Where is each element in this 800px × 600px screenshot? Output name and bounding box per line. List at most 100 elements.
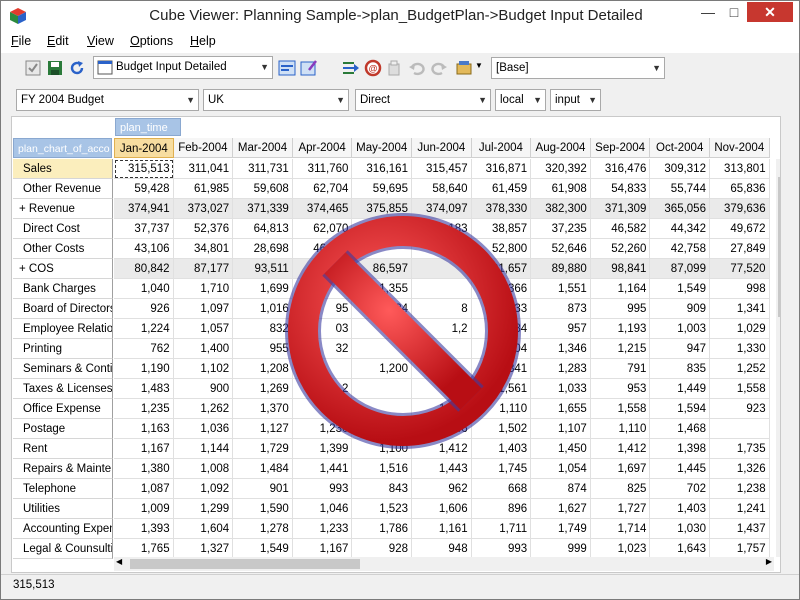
row-header[interactable]: Utilities: [13, 499, 113, 519]
grid-cell[interactable]: 1,399: [292, 439, 353, 459]
grid-cell[interactable]: [710, 419, 770, 439]
grid-cell[interactable]: 843: [352, 479, 412, 499]
row-header[interactable]: Sales: [13, 159, 113, 179]
grid-cell[interactable]: 1,278: [233, 519, 293, 539]
grid-cell[interactable]: 1,163: [114, 419, 174, 439]
grid-cell[interactable]: 1,355: [352, 279, 412, 299]
grid-cell[interactable]: 1,398: [650, 439, 710, 459]
grid-cell[interactable]: 1,745: [471, 459, 532, 479]
grid-cell[interactable]: 1,262: [173, 399, 234, 419]
grid-cell[interactable]: 1,643: [650, 539, 710, 559]
row-header[interactable]: Board of Directors: [13, 299, 113, 319]
grid-cell[interactable]: 1,241: [710, 499, 770, 519]
grid-cell[interactable]: 382,300: [531, 199, 591, 219]
grid-cell[interactable]: 1,092: [173, 479, 234, 499]
grid-cell[interactable]: 80,842: [114, 259, 174, 279]
grid-cell[interactable]: 89,880: [531, 259, 591, 279]
grid-cell[interactable]: 1,412: [412, 439, 472, 459]
grid-cell[interactable]: 1,594: [650, 399, 710, 419]
grid-cell[interactable]: 1,400: [173, 339, 234, 359]
grid-cell[interactable]: 1,558: [590, 399, 651, 419]
horizontal-scrollbar[interactable]: ◀ ▶: [114, 557, 774, 571]
view-select[interactable]: Budget Input Detailed ▼: [93, 56, 273, 79]
grid-cell[interactable]: 901: [233, 479, 293, 499]
column-header[interactable]: Jan-2004: [114, 138, 174, 158]
grid-cell[interactable]: 1,193: [590, 319, 651, 339]
grid-cell[interactable]: 1,327: [173, 539, 234, 559]
grid-cell[interactable]: [352, 319, 412, 339]
grid-cell[interactable]: 375,855: [352, 199, 412, 219]
grid-cell[interactable]: 1,403: [471, 439, 532, 459]
grid-cell[interactable]: 1,238: [710, 479, 770, 499]
grid-cell[interactable]: 52,800: [471, 239, 532, 259]
grid-cell[interactable]: 43,106: [114, 239, 174, 259]
grid-cell[interactable]: 1,786: [352, 519, 412, 539]
grid-cell[interactable]: 702: [650, 479, 710, 499]
grid-cell[interactable]: 1,2: [412, 319, 472, 339]
grid-cell[interactable]: 953: [590, 379, 651, 399]
grid-cell[interactable]: 1,023: [590, 539, 651, 559]
grid-cell[interactable]: 1,008: [173, 459, 234, 479]
grid-cell[interactable]: 1,765: [114, 539, 174, 559]
grid-cell[interactable]: 374,465: [292, 199, 353, 219]
horizontal-scroll-thumb[interactable]: [130, 559, 360, 569]
grid-cell[interactable]: 1,097: [173, 299, 234, 319]
grid-cell[interactable]: 87,177: [173, 259, 234, 279]
column-dimension-tab[interactable]: plan_time: [115, 118, 181, 136]
grid-cell[interactable]: 1,030: [650, 519, 710, 539]
grid-cell[interactable]: 923: [710, 399, 770, 419]
grid-cell[interactable]: [292, 279, 353, 299]
grid-cell[interactable]: 1,283: [531, 359, 591, 379]
grid-cell[interactable]: 43,724: [412, 239, 472, 259]
grid-cell[interactable]: 1,057: [173, 319, 234, 339]
menu-help[interactable]: Help: [190, 34, 216, 48]
grid-cell[interactable]: 311,731: [233, 159, 293, 179]
grid-cell[interactable]: 1,449: [650, 379, 710, 399]
grid-cell[interactable]: 1,110: [590, 419, 651, 439]
grid-cell[interactable]: 1,107: [531, 419, 591, 439]
grid-cell[interactable]: 1,299: [173, 499, 234, 519]
grid-cell[interactable]: 1,084: [471, 319, 532, 339]
grid-cell[interactable]: 1,443: [412, 459, 472, 479]
grid-cell[interactable]: 1,437: [710, 519, 770, 539]
grid-cell[interactable]: 61,985: [173, 179, 234, 199]
grid-cell[interactable]: 108: [292, 259, 353, 279]
grid-cell[interactable]: 1,468: [650, 419, 710, 439]
column-header[interactable]: Mar-2004: [233, 138, 293, 158]
row-header[interactable]: Rent: [13, 439, 113, 459]
grid-cell[interactable]: 93,511: [233, 259, 293, 279]
edit-view-icon[interactable]: [299, 58, 319, 78]
grid-cell[interactable]: 65,836: [710, 179, 770, 199]
grid-cell[interactable]: 37,235: [531, 219, 591, 239]
grid-cell[interactable]: 1,161: [412, 519, 472, 539]
grid-cell[interactable]: 59,428: [114, 179, 174, 199]
grid-cell[interactable]: 316,161: [352, 159, 412, 179]
column-header[interactable]: Jun-2004: [412, 138, 472, 158]
row-header[interactable]: Other Revenue: [13, 179, 113, 199]
row-dimension-tab[interactable]: plan_chart_of_acco: [13, 138, 112, 158]
grid-cell[interactable]: 1,087: [114, 479, 174, 499]
grid-cell[interactable]: 1,330: [710, 339, 770, 359]
grid-cell[interactable]: 28,698: [233, 239, 293, 259]
grid-cell[interactable]: 316,871: [471, 159, 532, 179]
grid-cell[interactable]: 311,041: [173, 159, 234, 179]
grid-cell[interactable]: 1,590: [233, 499, 293, 519]
grid-cell[interactable]: 64,813: [233, 219, 293, 239]
grid-cell[interactable]: 27,849: [710, 239, 770, 259]
grid-cell[interactable]: 1,167: [292, 539, 353, 559]
export-icon[interactable]: [341, 58, 361, 78]
grid-cell[interactable]: 61,908: [531, 179, 591, 199]
measure-select[interactable]: input ▼: [550, 89, 601, 111]
scroll-down-icon[interactable]: ▼: [779, 548, 780, 557]
grid-cell[interactable]: 957: [531, 319, 591, 339]
grid-cell[interactable]: 1,363: [412, 399, 472, 419]
grid-cell[interactable]: 1,127: [233, 419, 293, 439]
grid-cell[interactable]: 313,801: [710, 159, 770, 179]
grid-cell[interactable]: 43,183: [412, 219, 472, 239]
grid-cell[interactable]: 1,235: [114, 399, 174, 419]
row-header[interactable]: Repairs & Maintena: [13, 459, 113, 479]
grid-cell[interactable]: 1,711: [471, 519, 532, 539]
grid-cell[interactable]: 309,312: [650, 159, 710, 179]
grid-cell[interactable]: 62,070: [292, 219, 353, 239]
row-header[interactable]: Bank Charges: [13, 279, 113, 299]
